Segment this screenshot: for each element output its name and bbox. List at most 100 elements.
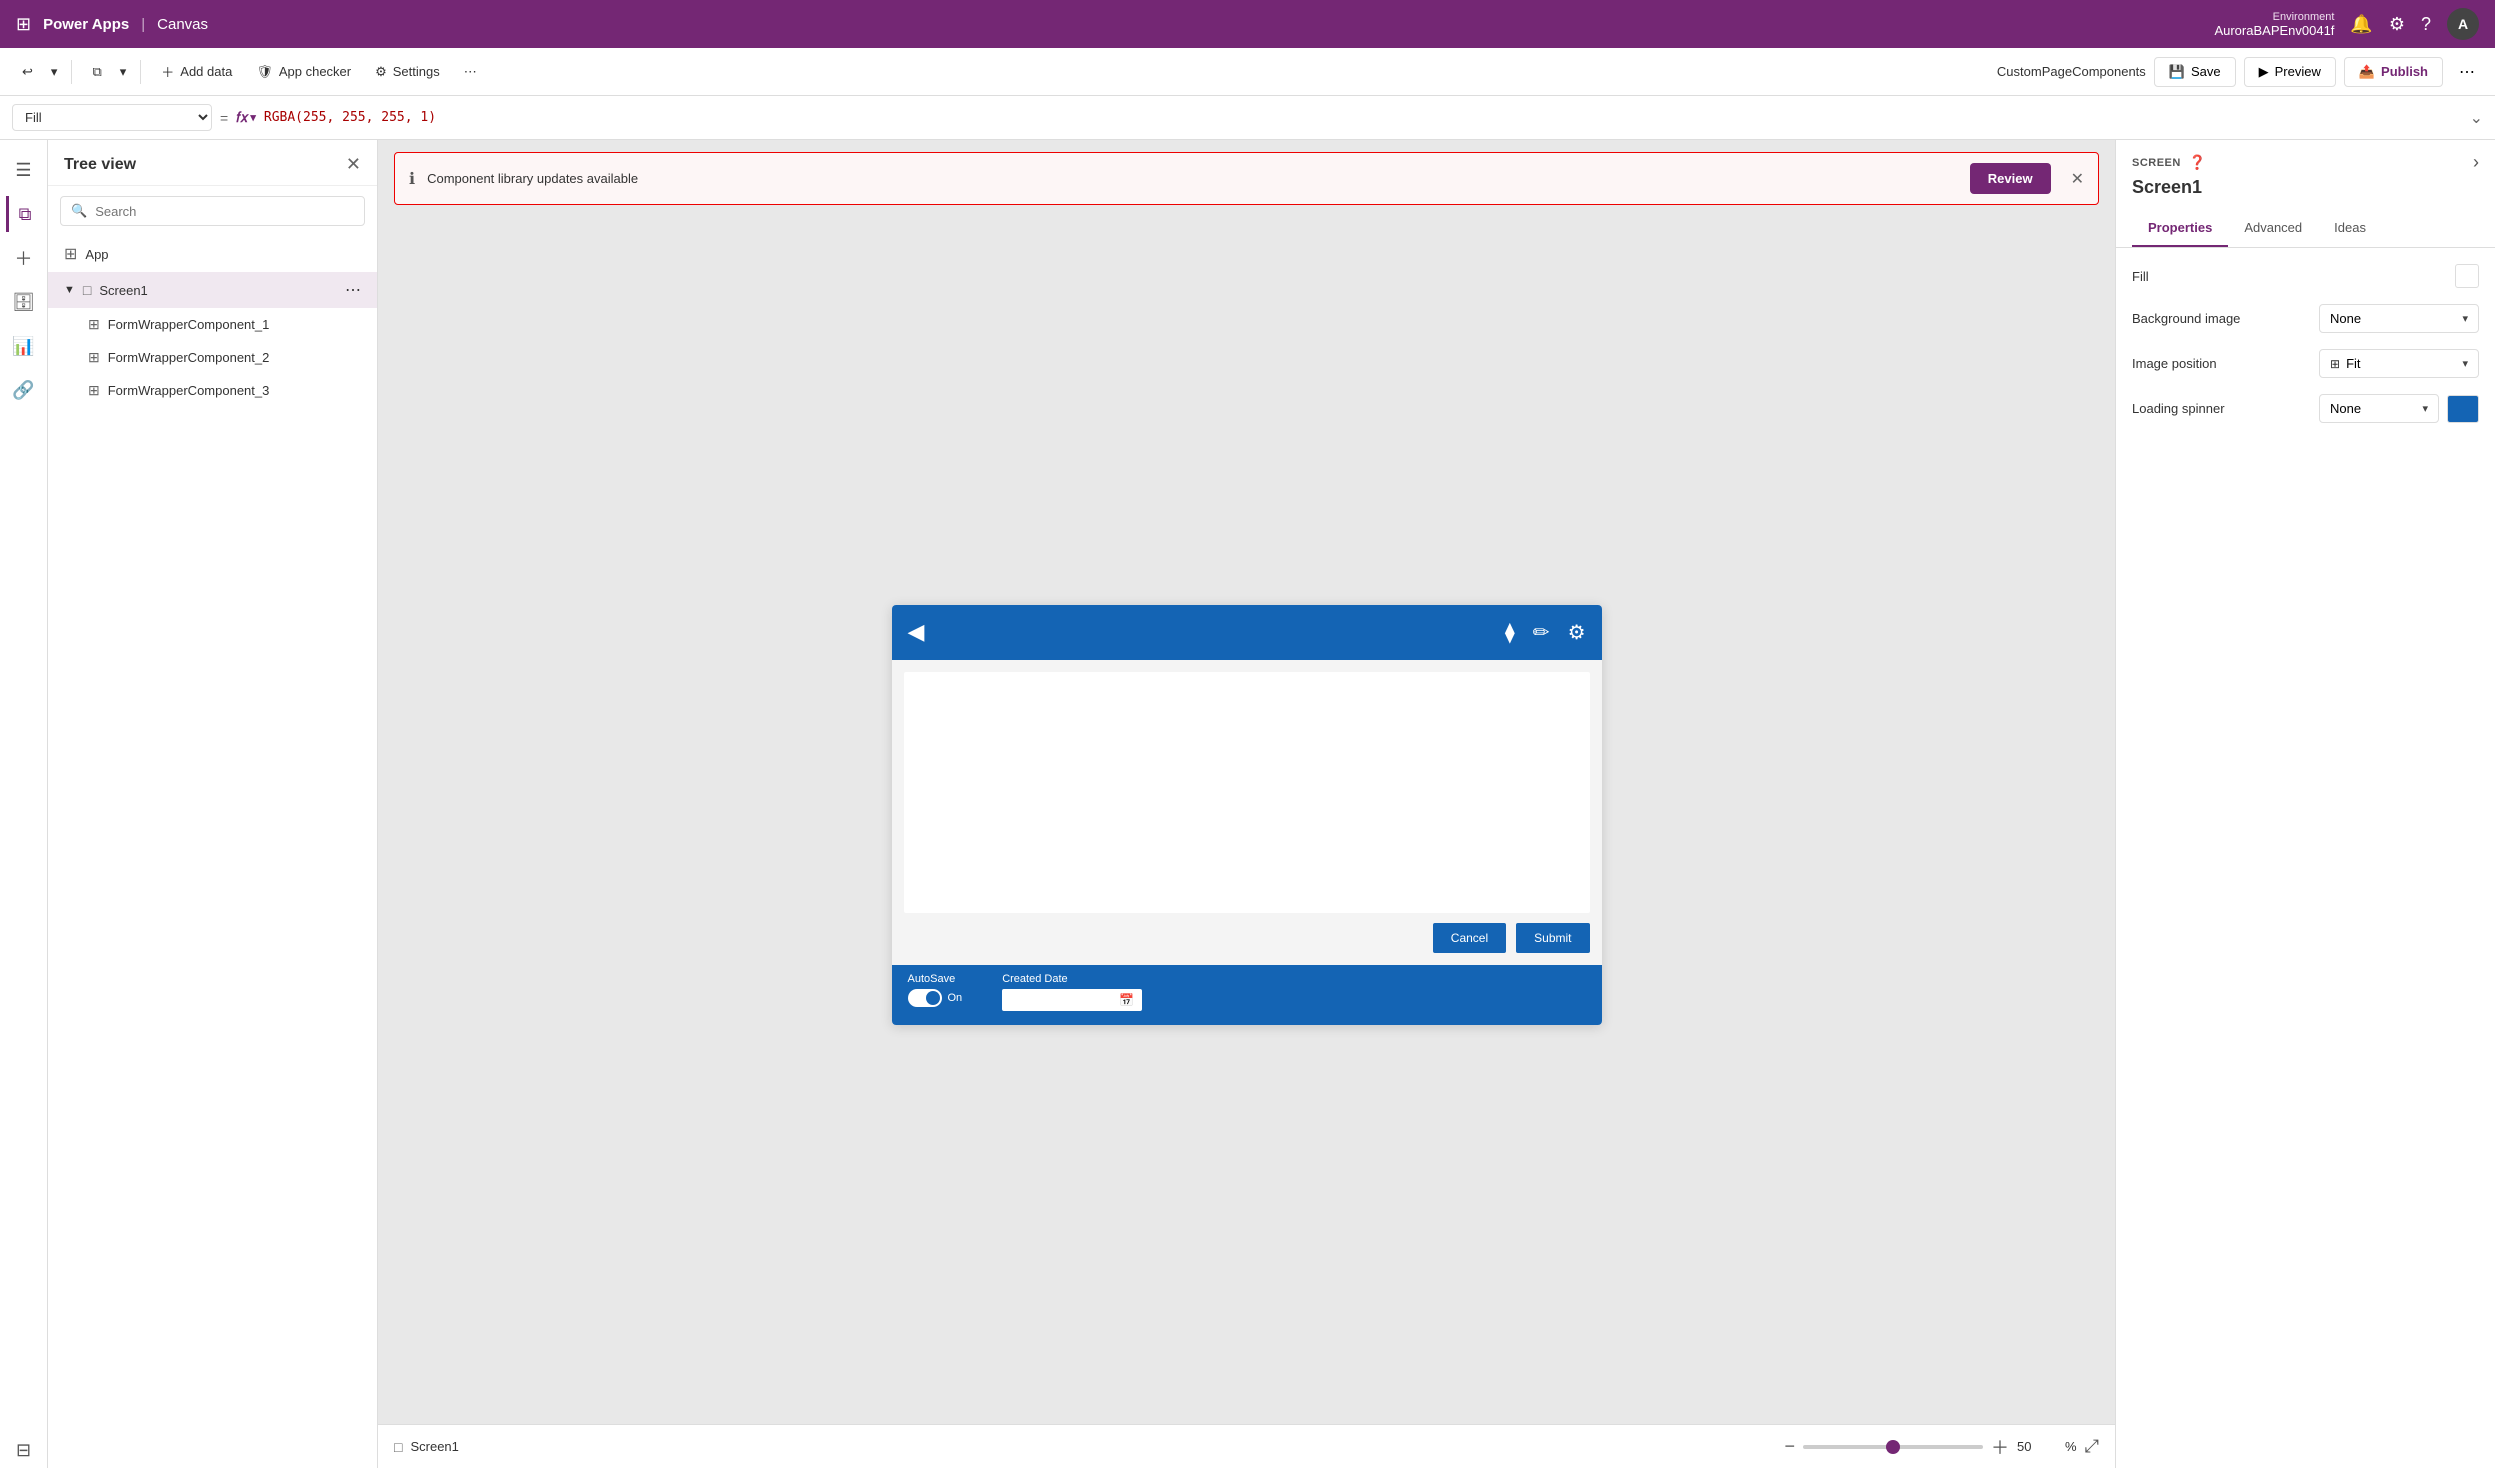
zoom-value: 50 — [2017, 1439, 2057, 1454]
dropdown-chevron-icon: ▾ — [2462, 357, 2468, 370]
fullscreen-button[interactable]: ⤢ — [2085, 1436, 2099, 1457]
tab-ideas[interactable]: Ideas — [2318, 210, 2382, 247]
hamburger-menu-button[interactable]: ☰ — [6, 152, 42, 188]
tree-item-form1[interactable]: ⊞ FormWrapperComponent_1 — [48, 308, 377, 341]
app-title: Power Apps — [43, 16, 129, 33]
loading-spinner-label: Loading spinner — [2132, 401, 2225, 416]
zoom-slider[interactable] — [1803, 1445, 1983, 1449]
notification-banner: ℹ Component library updates available Re… — [394, 152, 2099, 205]
connections-button[interactable]: 🔗 — [6, 372, 42, 408]
formula-expand-button[interactable]: ⌄ — [2470, 108, 2483, 128]
prop-background-image-row: Background image None ▾ — [2132, 304, 2479, 333]
zoom-thumb — [1886, 1440, 1900, 1454]
tree-item-app[interactable]: ⊞ App — [48, 236, 377, 272]
checker-icon: 🛡 — [256, 64, 273, 80]
created-date-label: Created Date — [1002, 973, 1142, 985]
toolbar-separator-1 — [71, 60, 72, 84]
data-button[interactable]: 🗄 — [6, 284, 42, 320]
settings-button[interactable]: ⚙ Settings — [365, 58, 450, 86]
publish-button[interactable]: 📤 Publish — [2344, 57, 2443, 87]
notification-bell-icon[interactable]: 🔔 — [2350, 14, 2372, 35]
layers-button[interactable]: ⧉ — [6, 196, 42, 232]
app-submit-button[interactable]: Submit — [1516, 923, 1589, 953]
app-checker-button[interactable]: 🛡 App checker — [246, 58, 361, 86]
loading-spinner-color-swatch[interactable] — [2447, 395, 2479, 423]
dropdown-chevron-icon: ▾ — [2462, 312, 2468, 325]
tree-item-label: App — [85, 247, 108, 262]
toggle-label: On — [948, 992, 963, 1004]
zoom-in-button[interactable]: ＋ — [1991, 1434, 2009, 1460]
preview-button[interactable]: ▶ Preview — [2244, 57, 2336, 87]
add-data-button[interactable]: ＋ Add data — [151, 56, 242, 87]
app-edit-icon[interactable]: ✏ — [1533, 620, 1550, 645]
formula-equals: = — [220, 110, 228, 126]
tree-more-icon[interactable]: ⋯ — [345, 280, 361, 300]
notification-info-icon: ℹ — [409, 169, 415, 189]
formula-fx-button[interactable]: 𝑓𝑥 ▾ — [236, 109, 256, 126]
variables-button[interactable]: ⊟ — [6, 1432, 42, 1468]
formula-field-select[interactable]: Fill — [12, 104, 212, 131]
fit-icon: ⊞ — [2330, 357, 2340, 371]
tree-items-list: ⊞ App ▼ □ Screen1 ⋯ ⊞ FormWrapperCompone… — [48, 236, 377, 1468]
toggle-track[interactable] — [908, 989, 942, 1007]
tree-search-box[interactable]: 🔍 — [60, 196, 365, 226]
copy-dropdown-button[interactable]: ▾ — [116, 58, 131, 86]
settings-gear-icon[interactable]: ⚙ — [2389, 14, 2405, 35]
zoom-unit: % — [2065, 1439, 2077, 1454]
search-icon: 🔍 — [71, 203, 87, 219]
zoom-controls: − ＋ 50 % ⤢ — [1785, 1434, 2099, 1460]
formula-bar: Fill = 𝑓𝑥 ▾ ⌄ — [0, 96, 2495, 140]
tree-item-label: Screen1 — [99, 283, 147, 298]
right-panel-title: Screen1 — [2116, 173, 2495, 210]
save-button[interactable]: 💾 Save — [2154, 57, 2236, 87]
tree-item-form3[interactable]: ⊞ FormWrapperComponent_3 — [48, 374, 377, 407]
undo-button[interactable]: ↩ — [12, 58, 43, 86]
tree-item-label: FormWrapperComponent_2 — [108, 350, 270, 365]
tree-component-icon: ⊞ — [88, 316, 100, 333]
environment-info: Environment AuroraBAPEnv0041f — [2214, 11, 2334, 38]
notification-close-button[interactable]: ✕ — [2071, 169, 2084, 189]
tree-item-label: FormWrapperComponent_3 — [108, 383, 270, 398]
loading-spinner-select[interactable]: None ▾ — [2319, 394, 2439, 423]
canvas-area: ℹ Component library updates available Re… — [378, 140, 2115, 1468]
app-filter-icon[interactable]: ⧫ — [1505, 620, 1515, 645]
tab-properties[interactable]: Properties — [2132, 210, 2228, 247]
charts-button[interactable]: 📊 — [6, 328, 42, 364]
prop-fill-row: Fill — [2132, 264, 2479, 288]
tab-advanced[interactable]: Advanced — [2228, 210, 2318, 247]
copy-button[interactable]: ⧉ — [82, 58, 111, 86]
waffle-icon[interactable]: ⊞ — [16, 14, 31, 35]
formula-input[interactable] — [264, 110, 2462, 125]
help-icon[interactable]: ? — [2421, 14, 2431, 35]
save-icon: 💾 — [2169, 64, 2185, 80]
review-button[interactable]: Review — [1970, 163, 2051, 194]
tree-item-form2[interactable]: ⊞ FormWrapperComponent_2 — [48, 341, 377, 374]
more-button[interactable]: ⋯ — [454, 58, 487, 86]
toolbar-overflow-button[interactable]: ⋯ — [2451, 56, 2483, 88]
calendar-icon: 📅 — [1119, 993, 1134, 1007]
fill-color-swatch[interactable] — [2455, 264, 2479, 288]
right-panel-tabs: Properties Advanced Ideas — [2116, 210, 2495, 248]
app-back-button[interactable]: ◀ — [908, 619, 925, 645]
canvas-viewport[interactable]: ◀ ⧫ ✏ ⚙ Cancel Submit — [378, 205, 2115, 1424]
tree-chevron-down-icon: ▼ — [64, 284, 75, 296]
right-panel-content: Fill Background image None ▾ Image posit… — [2116, 248, 2495, 439]
date-input[interactable]: 📅 — [1002, 989, 1142, 1011]
background-image-select[interactable]: None ▾ — [2319, 304, 2479, 333]
avatar[interactable]: A — [2447, 8, 2479, 40]
publish-icon: 📤 — [2359, 64, 2375, 80]
prop-image-position-row: Image position ⊞ Fit ▾ — [2132, 349, 2479, 378]
tree-item-screen1[interactable]: ▼ □ Screen1 ⋯ — [48, 272, 377, 308]
tree-close-button[interactable]: ✕ — [346, 154, 361, 175]
canvas-label: Canvas — [157, 16, 208, 33]
search-input[interactable] — [95, 204, 354, 219]
help-circle-icon[interactable]: ❓ — [2189, 154, 2206, 171]
image-position-select[interactable]: ⊞ Fit ▾ — [2319, 349, 2479, 378]
add-control-button[interactable]: ＋ — [6, 240, 42, 276]
app-settings-icon[interactable]: ⚙ — [1568, 620, 1586, 645]
panel-expand-icon[interactable]: › — [2473, 152, 2479, 173]
undo-dropdown-button[interactable]: ▾ — [47, 58, 62, 86]
zoom-out-button[interactable]: − — [1785, 1436, 1796, 1457]
app-cancel-button[interactable]: Cancel — [1433, 923, 1506, 953]
screen-label: SCREEN — [2132, 157, 2181, 169]
